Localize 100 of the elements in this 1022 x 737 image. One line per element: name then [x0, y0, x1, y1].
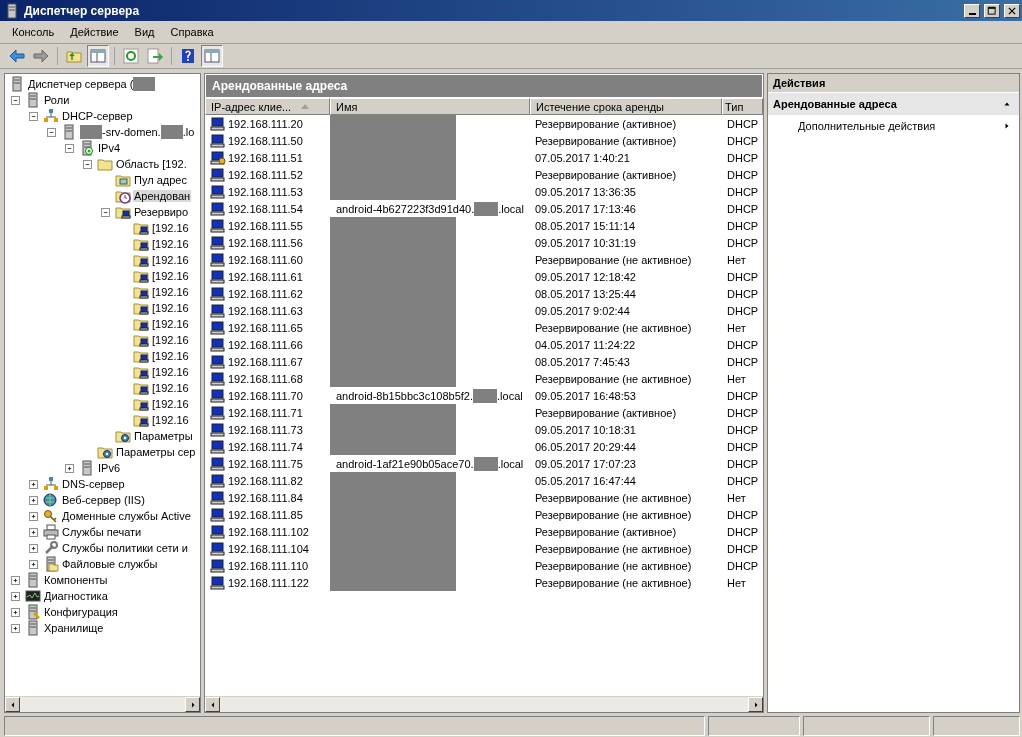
expander-icon[interactable] — [11, 607, 20, 617]
tree-item[interactable]: [192.16 — [151, 414, 190, 426]
tree-item[interactable]: Резервиро — [133, 206, 190, 218]
expander-icon[interactable] — [29, 511, 38, 521]
table-cell-text: 09.05.2017 16:48:53 — [534, 388, 637, 404]
expander-icon[interactable] — [83, 159, 92, 169]
tree-item[interactable]: -srv-domen. .lo — [79, 125, 196, 139]
table-cell-text: DHCP — [726, 473, 760, 489]
tree-item[interactable]: IPv6 — [97, 462, 121, 474]
tree-item[interactable]: Конфигурация — [43, 606, 119, 618]
table-cell-text: Резервирование (активное) — [534, 167, 678, 183]
expander-icon[interactable] — [29, 527, 38, 537]
tree-item[interactable]: Доменные службы Active — [61, 510, 192, 522]
table-cell-text: DHCP — [726, 456, 760, 472]
column-header[interactable]: IP-адрес клие... — [205, 98, 330, 115]
scroll-left-button[interactable] — [5, 697, 20, 712]
folder-computer-icon — [133, 252, 149, 268]
expander-icon[interactable] — [29, 111, 38, 121]
folder-computer-icon — [133, 364, 149, 380]
tree-item[interactable]: Область [192. — [115, 158, 188, 170]
tree-item[interactable]: Службы печати — [61, 526, 143, 538]
key-icon — [43, 508, 59, 524]
expander-icon[interactable] — [101, 207, 110, 217]
tree-item[interactable]: DHCP-сервер — [61, 110, 134, 122]
expander-icon[interactable] — [29, 543, 38, 553]
table-cell-text: 09.05.2017 9:02:44 — [534, 303, 631, 319]
horizontal-scrollbar[interactable] — [205, 696, 763, 712]
tree-item[interactable]: [192.16 — [151, 302, 190, 314]
tree-item[interactable]: Пул адрес — [133, 174, 188, 186]
computer-icon — [210, 234, 226, 251]
scroll-right-button[interactable] — [185, 697, 200, 712]
close-button[interactable] — [1004, 3, 1020, 18]
maximize-button[interactable] — [984, 3, 1000, 18]
menu-item[interactable]: Действие — [62, 24, 127, 40]
table-cell: 192.168.111.71 — [205, 404, 330, 421]
computer-icon — [210, 302, 226, 319]
horizontal-scrollbar[interactable] — [5, 696, 200, 712]
tree-item[interactable]: [192.16 — [151, 318, 190, 330]
tree-item[interactable]: [192.16 — [151, 382, 190, 394]
tree-item[interactable]: Диагностика — [43, 590, 109, 602]
folder-icon — [115, 172, 131, 188]
toolbar-button[interactable] — [120, 45, 142, 67]
tree-item[interactable]: Службы политики сети и — [61, 542, 189, 554]
tree-item[interactable]: [192.16 — [151, 222, 190, 234]
expander-icon[interactable] — [11, 591, 20, 601]
section-header[interactable]: Арендованные адреса — [768, 93, 1019, 115]
expander-icon[interactable] — [65, 143, 74, 153]
tree-item[interactable]: [192.16 — [151, 270, 190, 282]
toolbar-button[interactable] — [144, 45, 166, 67]
tree-item[interactable]: Параметры сер — [115, 446, 197, 458]
tree-item[interactable]: Диспетчер сервера ( — [27, 77, 157, 91]
expander-icon[interactable] — [65, 463, 74, 473]
folder-computer-icon — [133, 380, 149, 396]
tree-item[interactable]: [192.16 — [151, 398, 190, 410]
tree-item[interactable]: [192.16 — [151, 366, 190, 378]
expander-icon[interactable] — [29, 495, 38, 505]
tree-item[interactable]: [192.16 — [151, 350, 190, 362]
action-link[interactable]: Дополнительные действия — [768, 115, 1019, 137]
expander-icon[interactable] — [11, 95, 20, 105]
table-cell-text: Резервирование (не активное) — [534, 371, 693, 387]
tree-item[interactable]: [192.16 — [151, 254, 190, 266]
redaction-block — [473, 388, 497, 403]
menu-item[interactable]: Консоль — [4, 24, 63, 40]
expander-icon[interactable] — [11, 623, 20, 633]
server-icon — [25, 604, 41, 620]
computer-icon — [210, 166, 226, 183]
tree-item[interactable]: Хранилище — [43, 622, 105, 634]
table-cell: 192.168.111.65 — [205, 319, 330, 336]
tree-item[interactable]: DNS-сервер — [61, 478, 126, 490]
column-header[interactable]: Истечение срока аренды — [530, 98, 722, 115]
column-header[interactable]: Имя — [330, 98, 530, 115]
expander-icon[interactable] — [47, 127, 56, 137]
expander-icon[interactable] — [29, 479, 38, 489]
minimize-button[interactable] — [964, 3, 980, 18]
table-cell-text: DHCP — [726, 507, 760, 523]
tree-item[interactable]: Компоненты — [43, 574, 109, 586]
folder-up-icon — [66, 48, 82, 64]
tree-item[interactable]: Арендован — [133, 190, 192, 202]
tree-item[interactable]: Параметры — [133, 430, 194, 442]
tree-item[interactable]: [192.16 — [151, 334, 190, 346]
tree-item[interactable]: Веб-сервер (IIS) — [61, 494, 146, 506]
tree-item[interactable]: [192.16 — [151, 286, 190, 298]
tree-item[interactable]: IPv4 — [97, 142, 121, 154]
server-icon — [79, 460, 95, 476]
toolbar-button[interactable] — [87, 45, 109, 67]
expander-icon[interactable] — [29, 559, 38, 569]
table-cell-text: android-1af21e90b05ace70. .local — [335, 456, 524, 471]
toolbar-button[interactable] — [201, 45, 223, 67]
tree-item[interactable]: Роли — [43, 94, 71, 106]
panel-icon — [90, 48, 106, 64]
expander-icon[interactable] — [11, 575, 20, 585]
tree-item[interactable]: Файловые службы — [61, 558, 159, 570]
scroll-right-button[interactable] — [748, 697, 763, 712]
server-icon — [79, 140, 95, 156]
monitor-icon — [25, 588, 41, 604]
menu-item[interactable]: Справка — [162, 24, 222, 40]
scroll-left-button[interactable] — [205, 697, 220, 712]
menu-item[interactable]: Вид — [126, 24, 163, 40]
column-header[interactable]: Тип — [722, 98, 763, 115]
tree-item[interactable]: [192.16 — [151, 238, 190, 250]
